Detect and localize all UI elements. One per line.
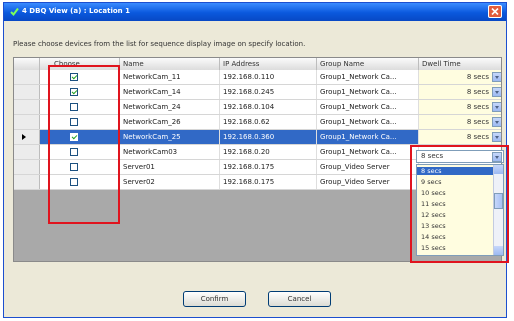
- instruction-text: Please choose devices from the list for …: [13, 40, 306, 48]
- device-ip: 192.168.0.360: [220, 130, 317, 144]
- device-name: Server02: [120, 175, 220, 189]
- dwell-time-cell[interactable]: 8 secs: [419, 85, 501, 99]
- device-name: NetworkCam_11: [120, 70, 220, 84]
- header-dwell-time[interactable]: Dwell Time: [419, 58, 501, 70]
- row-header[interactable]: [14, 160, 40, 174]
- device-group: Group1_Network Ca...: [317, 100, 419, 114]
- header-ip-address[interactable]: IP Address: [220, 58, 317, 70]
- device-group: Group1_Network Ca...: [317, 85, 419, 99]
- dwell-time-value: 8 secs: [466, 88, 489, 96]
- device-name: NetworkCam_26: [120, 115, 220, 129]
- dwell-time-cell[interactable]: 8 secs: [419, 115, 501, 129]
- chevron-down-icon[interactable]: [492, 72, 501, 82]
- header-corner: [14, 58, 40, 70]
- device-ip: 192.168.0.175: [220, 175, 317, 189]
- chevron-down-icon[interactable]: [492, 117, 501, 127]
- close-icon: [491, 8, 499, 15]
- dwell-time-cell[interactable]: 8 secs: [419, 100, 501, 114]
- device-group: Group1_Network Ca...: [317, 130, 419, 144]
- row-pointer-icon: [22, 134, 26, 140]
- device-name: NetworkCam_25: [120, 130, 220, 144]
- device-ip: 192.168.0.104: [220, 100, 317, 114]
- device-group: Group_Video Server: [317, 160, 419, 174]
- device-name: NetworkCam_24: [120, 100, 220, 114]
- dwell-time-value: 8 secs: [466, 118, 489, 126]
- app-icon: [10, 7, 19, 16]
- row-header[interactable]: [14, 175, 40, 189]
- choose-column-highlight: [48, 65, 120, 224]
- confirm-button[interactable]: Confirm: [183, 291, 246, 307]
- row-header[interactable]: [14, 85, 40, 99]
- row-header[interactable]: [14, 130, 40, 144]
- device-name: NetworkCam_14: [120, 85, 220, 99]
- device-name: NetworkCam03: [120, 145, 220, 159]
- device-ip: 192.168.0.62: [220, 115, 317, 129]
- device-group: Group1_Network Ca...: [317, 115, 419, 129]
- title-bar[interactable]: 4 DBQ View (a) : Location 1: [4, 3, 506, 21]
- dwell-dropdown-highlight: [410, 145, 509, 263]
- dwell-time-cell[interactable]: 8 secs: [419, 130, 501, 144]
- dwell-time-value: 8 secs: [466, 73, 489, 81]
- header-name[interactable]: Name: [120, 58, 220, 70]
- device-ip: 192.168.0.20: [220, 145, 317, 159]
- dwell-time-value: 8 secs: [466, 103, 489, 111]
- chevron-down-icon[interactable]: [492, 132, 501, 142]
- cancel-button[interactable]: Cancel: [268, 291, 331, 307]
- window-title: 4 DBQ View (a) : Location 1: [22, 7, 130, 15]
- device-group: Group1_Network Ca...: [317, 145, 419, 159]
- device-ip: 192.168.0.245: [220, 85, 317, 99]
- device-name: Server01: [120, 160, 220, 174]
- device-group: Group_Video Server: [317, 175, 419, 189]
- close-button[interactable]: [488, 5, 502, 18]
- chevron-down-icon[interactable]: [492, 102, 501, 112]
- dwell-time-value: 8 secs: [466, 133, 489, 141]
- header-group-name[interactable]: Group Name: [317, 58, 419, 70]
- device-ip: 192.168.0.175: [220, 160, 317, 174]
- row-header[interactable]: [14, 70, 40, 84]
- row-header[interactable]: [14, 145, 40, 159]
- device-ip: 192.168.0.110: [220, 70, 317, 84]
- row-header[interactable]: [14, 115, 40, 129]
- chevron-down-icon[interactable]: [492, 87, 501, 97]
- row-header[interactable]: [14, 100, 40, 114]
- dwell-time-cell[interactable]: 8 secs: [419, 70, 501, 84]
- device-group: Group1_Network Ca...: [317, 70, 419, 84]
